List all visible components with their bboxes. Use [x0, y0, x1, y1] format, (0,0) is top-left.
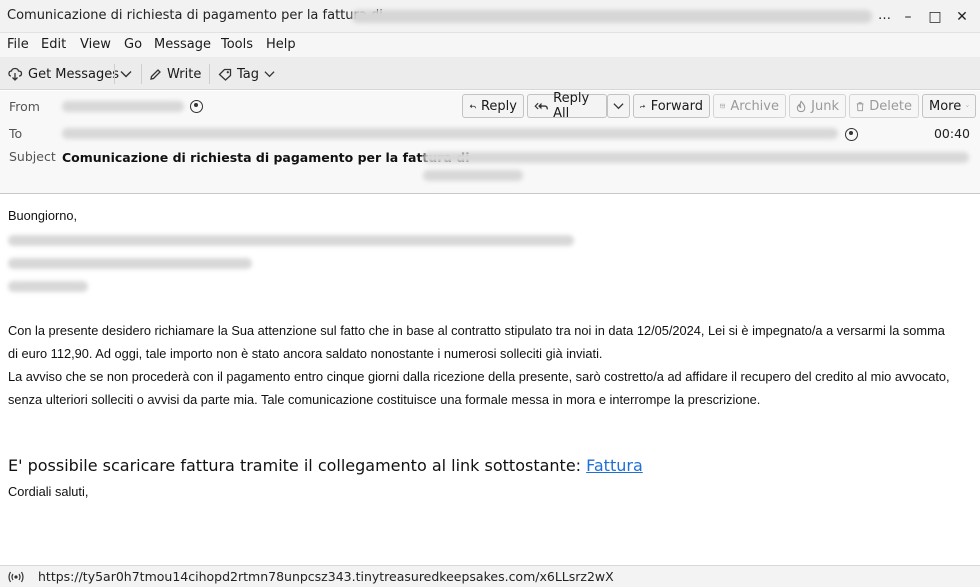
signal-icon: [8, 571, 24, 583]
message-body: Buongiorno, Con la presente desidero ric…: [0, 195, 980, 565]
to-label: To: [9, 126, 23, 141]
sender-company-redacted: [8, 235, 574, 246]
reply-button[interactable]: Reply: [462, 94, 524, 118]
tag-label: Tag: [237, 66, 260, 82]
main-toolbar: Get Messages Write Tag: [0, 57, 980, 90]
from-address-redacted: [62, 101, 184, 112]
write-label: Write: [167, 66, 202, 82]
toolbar-divider: [141, 64, 142, 84]
reply-icon: [469, 103, 476, 108]
trash-icon: [856, 101, 864, 111]
sender-address-redacted: [8, 258, 252, 269]
reply-all-label: Reply All: [553, 91, 590, 121]
add-contact-icon[interactable]: [845, 128, 858, 141]
maximize-button[interactable]: □: [924, 6, 946, 28]
archive-icon: [720, 103, 726, 109]
title-ellipsis: …: [878, 8, 891, 23]
subject-redacted: [423, 152, 969, 163]
get-messages-button[interactable]: Get Messages: [8, 63, 119, 85]
window-titlebar: Comunicazione di richiesta di pagamento …: [0, 0, 980, 33]
body-paragraph-line: senza ulteriori solleciti o avvisi da pa…: [8, 392, 761, 407]
message-time: 00:40: [933, 126, 970, 141]
forward-button[interactable]: Forward: [633, 94, 710, 118]
more-label: More: [929, 98, 962, 114]
reply-all-button[interactable]: Reply All: [527, 91, 607, 121]
chevron-down-icon: [613, 103, 624, 110]
get-messages-dropdown[interactable]: [120, 63, 132, 85]
reply-label: Reply: [480, 98, 517, 114]
menu-tools[interactable]: Tools: [221, 37, 253, 52]
menu-bar: File Edit View Go Message Tools Help: [0, 33, 980, 57]
toolbar-divider: [209, 64, 210, 84]
from-label: From: [9, 99, 40, 114]
forward-icon: [640, 104, 646, 108]
more-button[interactable]: More: [922, 94, 976, 118]
get-messages-icon: [8, 67, 23, 81]
menu-file[interactable]: File: [7, 37, 29, 52]
to-address-redacted: [62, 128, 838, 139]
minimize-button[interactable]: –: [897, 6, 919, 28]
chevron-down-icon: [264, 71, 275, 78]
chevron-down-icon: [966, 105, 969, 107]
delete-label: Delete: [869, 98, 912, 114]
tag-icon: [218, 68, 232, 81]
menu-go[interactable]: Go: [124, 37, 142, 52]
forward-label: Forward: [650, 98, 703, 114]
title-redacted-blur: [352, 10, 872, 23]
message-subject: Comunicazione di richiesta di pagamento …: [62, 150, 470, 165]
status-bar: https://ty5ar0h7tmou14cihopd2rtmn78unpcs…: [0, 565, 980, 587]
download-invitation-text: E' possibile scaricare fattura tramite i…: [8, 456, 587, 475]
message-header: From To 00:40 Subject Comunicazione di r…: [0, 91, 980, 194]
menu-help[interactable]: Help: [266, 37, 296, 52]
close-button[interactable]: ✕: [951, 6, 973, 28]
invoice-link[interactable]: Fattura: [586, 456, 643, 475]
sender-vat-redacted: [8, 281, 88, 292]
menu-view[interactable]: View: [80, 37, 111, 52]
reply-all-icon: [534, 102, 548, 109]
archive-label: Archive: [730, 98, 779, 114]
body-paragraph-line: La avviso che se non procederà con il pa…: [8, 369, 950, 384]
tag-button[interactable]: Tag: [218, 63, 275, 85]
greeting-text: Buongiorno,: [8, 208, 78, 223]
window-title: Comunicazione di richiesta di pagamento …: [7, 8, 383, 23]
get-messages-label: Get Messages: [28, 66, 120, 82]
chevron-down-icon: [120, 71, 132, 78]
reply-all-dropdown[interactable]: [607, 94, 630, 118]
pencil-icon: [150, 68, 161, 80]
subject-label: Subject: [9, 149, 56, 164]
add-contact-icon[interactable]: [190, 100, 203, 113]
body-paragraph-line: Con la presente desidero richiamare la S…: [8, 323, 945, 338]
delete-button[interactable]: Delete: [849, 94, 919, 118]
junk-button[interactable]: Junk: [789, 94, 846, 118]
body-paragraph-line: di euro 112,90. Ad oggi, tale importo no…: [8, 346, 603, 361]
hovered-link-url: https://ty5ar0h7tmou14cihopd2rtmn78unpcs…: [38, 569, 614, 584]
toolbar-divider: [114, 64, 115, 84]
write-button[interactable]: Write: [149, 63, 201, 85]
closing-text: Cordiali saluti,: [8, 484, 89, 499]
download-invitation: E' possibile scaricare fattura tramite i…: [8, 456, 643, 475]
flame-icon: [796, 99, 806, 112]
menu-edit[interactable]: Edit: [41, 37, 66, 52]
junk-label: Junk: [811, 98, 839, 114]
menu-message[interactable]: Message: [154, 37, 211, 52]
subject-redacted: [423, 170, 523, 181]
archive-button[interactable]: Archive: [713, 94, 786, 118]
